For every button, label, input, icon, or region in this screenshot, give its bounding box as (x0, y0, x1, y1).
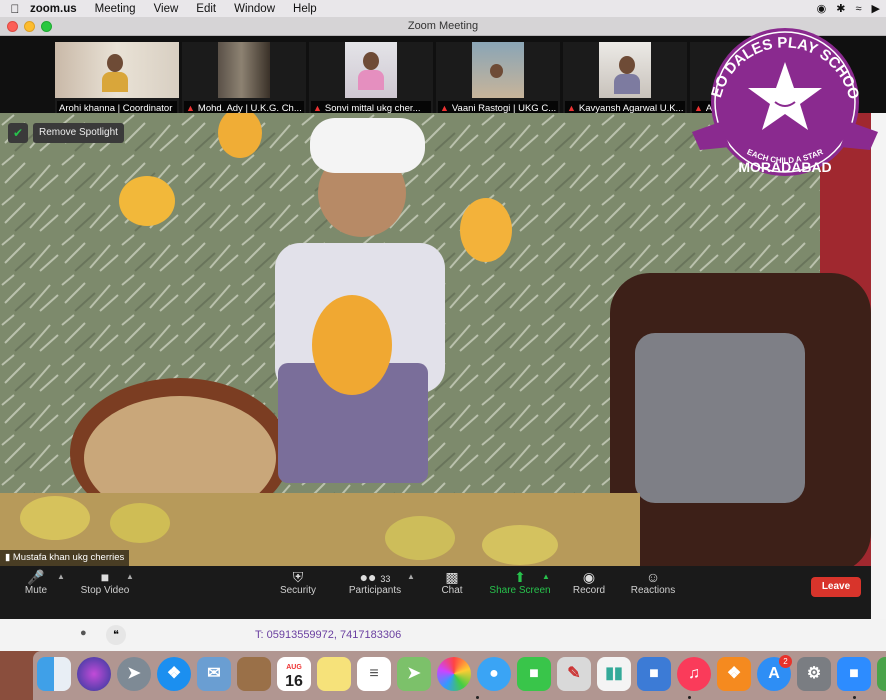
chat-bubble-icon: ▩ (445, 569, 459, 585)
running-indicator (688, 696, 691, 699)
participants-icon: ●● (359, 569, 377, 585)
dock: ➤ ❖ ✉ AUG 16 ≡ ➤ ● ■ ✎ ▮▮ ■ ♫ ❖ A 2 ⚙ ■ (33, 651, 886, 700)
participant-tile[interactable]: ▲ Vaani Rastogi | UKG C... (436, 42, 560, 118)
zoom-status-icon[interactable]: ◉ (817, 2, 827, 15)
quote-icon[interactable]: ❝ (106, 625, 126, 645)
facetime-icon[interactable]: ■ (517, 657, 551, 691)
participant-tile[interactable]: ▲ Mohd. Ady | U.K.G. Ch... (182, 42, 306, 118)
messages-icon[interactable]: ● (477, 657, 511, 691)
menu-meeting[interactable]: Meeting (95, 3, 136, 15)
books-icon[interactable]: ❖ (717, 657, 751, 691)
mail-icon[interactable]: ✉ (197, 657, 231, 691)
background-page: ● ❝ T: 05913559972, 7417183306 (0, 619, 886, 651)
school-logo: NEO DALES PLAY SCHOOL EACH CHILD A STAR … (690, 22, 878, 176)
freeform-icon[interactable]: ✎ (557, 657, 591, 691)
mute-button[interactable]: 🎤 Mute (20, 569, 52, 596)
wifi-icon[interactable]: ≈ (855, 3, 861, 15)
finder-icon[interactable] (37, 657, 71, 691)
contacts-icon[interactable] (237, 657, 271, 691)
partial-app-icon[interactable] (877, 657, 886, 691)
volume-icon[interactable]: ▶ (872, 2, 880, 15)
numbers-icon[interactable]: ▮▮ (597, 657, 631, 691)
launchpad-icon[interactable]: ➤ (117, 657, 151, 691)
speaker-name-label: ▮ Mustafa khan ukg cherries (0, 550, 130, 566)
app-store-badge: 2 (779, 655, 792, 668)
zoom-window: Zoom Meeting Arohi khanna | Coordinator … (0, 17, 886, 619)
maps-icon[interactable]: ➤ (397, 657, 431, 691)
zoom-icon[interactable]: ■ (837, 657, 871, 691)
scrollbar[interactable] (871, 113, 886, 619)
record-button[interactable]: ◉ Record (570, 569, 608, 596)
signal-icon: ▮ (5, 552, 13, 563)
stop-video-button[interactable]: ■ Stop Video (78, 569, 132, 596)
participants-options-chevron-icon[interactable]: ▲ (407, 572, 415, 581)
security-shield-icon: ⛨ (292, 569, 304, 585)
record-icon: ◉ (582, 569, 596, 585)
menu-window[interactable]: Window (234, 3, 275, 15)
music-icon[interactable]: ♫ (677, 657, 711, 691)
muted-mic-icon: ▲ (313, 103, 322, 113)
participant-tile[interactable]: ▲ Sonvi mittal ukg cher... (309, 42, 433, 118)
reactions-button[interactable]: ☺ Reactions (628, 569, 678, 596)
menu-zoom-us[interactable]: zoom.us (30, 3, 77, 15)
bluetooth-icon[interactable]: ✱ (836, 2, 845, 15)
smiley-plus-icon: ☺ (645, 569, 661, 585)
apple-menu-icon[interactable]:  (0, 2, 30, 16)
safari-icon[interactable]: ❖ (157, 657, 191, 691)
muted-mic-icon: ▲ (440, 103, 449, 113)
shield-icon[interactable]: ✔ (8, 123, 28, 143)
logo-bottom-text: MORADABAD (738, 159, 831, 175)
contact-text: T: 05913559972, 7417183306 (255, 629, 402, 641)
chat-button[interactable]: ▩ Chat (438, 569, 466, 596)
remove-spotlight-button[interactable]: Remove Spotlight (33, 123, 124, 143)
system-preferences-icon[interactable]: ⚙ (797, 657, 831, 691)
photos-icon[interactable] (437, 657, 471, 691)
notes-icon[interactable] (317, 657, 351, 691)
calendar-icon[interactable]: AUG 16 (277, 657, 311, 691)
security-button[interactable]: ⛨ Security (277, 569, 319, 596)
running-indicator (853, 696, 856, 699)
menu-edit[interactable]: Edit (196, 3, 216, 15)
menu-view[interactable]: View (154, 3, 179, 15)
meeting-toolbar: 🎤 Mute ▲ ■ Stop Video ▲ ⛨ Security ●● 33… (0, 566, 871, 619)
video-camera-icon: ■ (100, 569, 110, 585)
person-icon[interactable]: ● (80, 627, 87, 639)
participant-tile[interactable]: ▲ Kavyansh Agarwal U.K... (563, 42, 687, 118)
leave-button[interactable]: Leave (811, 577, 861, 597)
participant-tile[interactable]: Arohi khanna | Coordinator (55, 42, 179, 118)
participants-button[interactable]: ●● 33 Participants (346, 569, 404, 596)
keynote-icon[interactable]: ■ (637, 657, 671, 691)
running-indicator (476, 696, 479, 699)
participants-count: 33 (380, 574, 391, 584)
share-options-chevron-icon[interactable]: ▲ (542, 572, 550, 581)
mute-options-chevron-icon[interactable]: ▲ (57, 572, 65, 581)
reminders-icon[interactable]: ≡ (357, 657, 391, 691)
microphone-icon: 🎤 (27, 569, 45, 585)
video-options-chevron-icon[interactable]: ▲ (126, 572, 134, 581)
muted-mic-icon: ▲ (186, 103, 195, 113)
macos-menubar:  zoom.us Meeting View Edit Window Help … (0, 0, 886, 17)
muted-mic-icon: ▲ (567, 103, 576, 113)
siri-icon[interactable] (77, 657, 111, 691)
menu-help[interactable]: Help (293, 3, 317, 15)
